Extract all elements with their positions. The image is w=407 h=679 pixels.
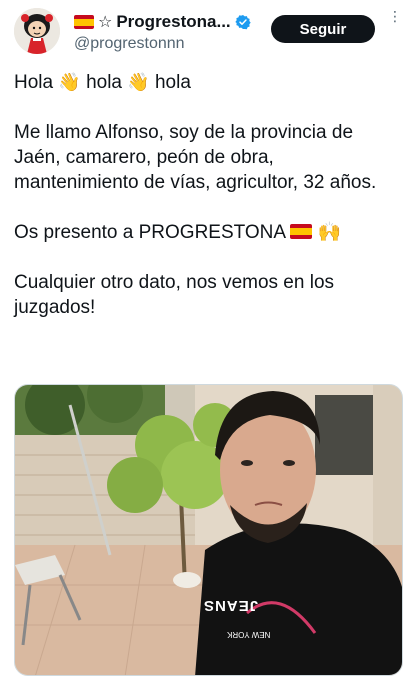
tweet-card: ☆ Progrestona... @progrestonnn Seguir ⋮ … bbox=[0, 0, 407, 679]
greeting-word-1: Hola bbox=[14, 72, 54, 93]
presentation-text: Os presento a PROGRESTONA bbox=[14, 222, 286, 243]
greeting-word-3: hola bbox=[154, 72, 191, 93]
follow-button[interactable]: Seguir bbox=[271, 15, 375, 43]
waving-hand-icon: 👋 bbox=[127, 72, 150, 92]
shirt-text-jeans: JEANS bbox=[203, 597, 259, 614]
raised-hands-icon: 🙌 bbox=[317, 222, 342, 243]
user-handle[interactable]: @progrestonnn bbox=[74, 35, 185, 53]
greeting-word-2: hola bbox=[86, 72, 122, 93]
waving-hand-icon: 👋 bbox=[58, 72, 81, 92]
mafalda-avatar-icon[interactable] bbox=[14, 8, 60, 54]
greeting-line: Hola 👋 hola 👋 hola bbox=[14, 70, 399, 95]
spain-flag-icon bbox=[290, 224, 313, 239]
spain-flag-icon bbox=[74, 15, 94, 29]
shirt-text-newyork: NEW YORK bbox=[227, 630, 271, 639]
presentation-line: Os presento a PROGRESTONA 🙌 bbox=[14, 220, 399, 245]
post-photo[interactable]: JEANS NEW YORK bbox=[14, 384, 403, 676]
display-name[interactable]: Progrestona... bbox=[116, 12, 230, 32]
tweet-text: Hola 👋 hola 👋 hola Me llamo Alfonso, soy… bbox=[14, 70, 399, 320]
intro-paragraph: Me llamo Alfonso, soy de la provincia de… bbox=[14, 122, 377, 193]
closing-paragraph: Cualquier otro dato, nos vemos en los ju… bbox=[14, 272, 335, 318]
verified-badge-icon[interactable] bbox=[234, 14, 251, 30]
more-options-icon[interactable]: ⋮ bbox=[388, 8, 402, 25]
display-name-row[interactable]: ☆ Progrestona... bbox=[74, 12, 251, 32]
star-glyph: ☆ bbox=[98, 14, 113, 31]
